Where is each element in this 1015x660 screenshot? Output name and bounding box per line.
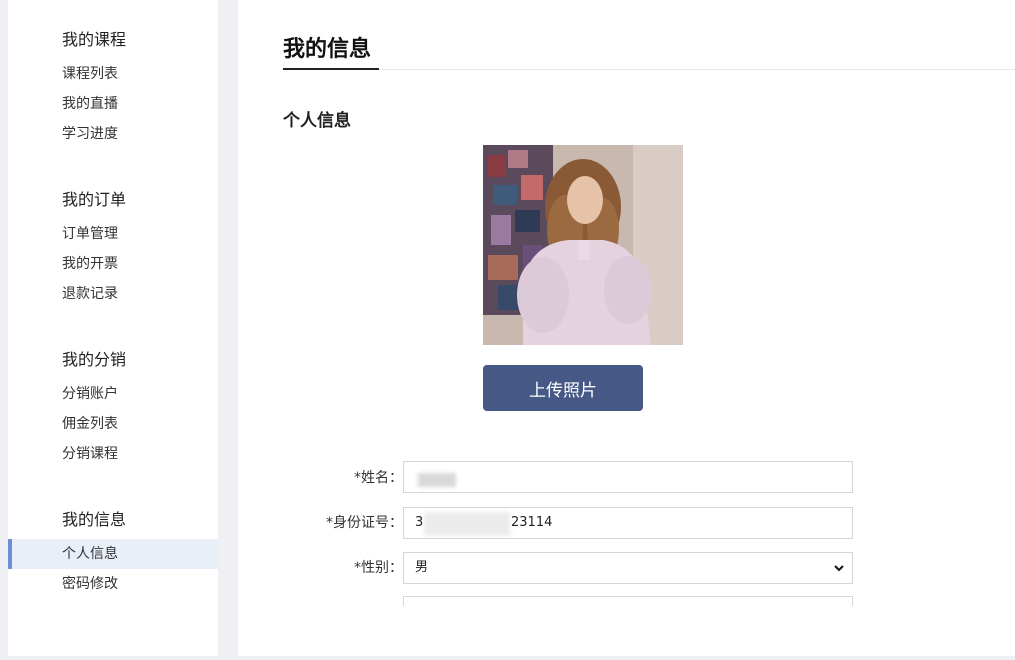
profile-photo — [483, 145, 683, 345]
sidebar-item-change-password[interactable]: 密码修改 — [8, 569, 218, 599]
sidebar-item-my-live[interactable]: 我的直播 — [8, 89, 218, 119]
group-title-courses: 我的课程 — [62, 30, 127, 49]
id-number-label: *身份证号： — [326, 515, 403, 531]
gender-select[interactable]: 男 — [403, 552, 853, 584]
gender-select-value: 男 — [415, 560, 429, 575]
id-number-field[interactable]: 3 23114 — [403, 507, 853, 539]
sidebar-item-order-management[interactable]: 订单管理 — [8, 219, 218, 249]
id-number-prefix: 3 — [415, 515, 424, 530]
upload-photo-button[interactable]: 上传照片 — [483, 365, 643, 411]
gender-label: *性别： — [354, 560, 403, 576]
name-redaction — [418, 473, 456, 487]
group-title-my-info: 我的信息 — [62, 510, 127, 529]
name-label: *姓名： — [354, 470, 403, 486]
name-field[interactable] — [403, 461, 853, 493]
main-content: 我的信息 个人信息 上传照片 *姓名： *身份证号： 3 23114 *性别： … — [238, 0, 1015, 656]
sidebar-item-distribution-account[interactable]: 分销账户 — [8, 379, 218, 409]
chevron-down-icon — [834, 565, 844, 572]
page-title: 我的信息 — [283, 37, 372, 62]
sidebar-item-study-progress[interactable]: 学习进度 — [8, 119, 218, 149]
group-title-distribution: 我的分销 — [62, 350, 127, 369]
id-number-redaction — [424, 512, 510, 536]
sidebar-item-course-list[interactable]: 课程列表 — [8, 59, 218, 89]
next-form-field[interactable] — [403, 596, 853, 606]
sidebar-item-commission-list[interactable]: 佣金列表 — [8, 409, 218, 439]
sidebar-item-distribution-courses[interactable]: 分销课程 — [8, 439, 218, 469]
sidebar-item-refund-records[interactable]: 退款记录 — [8, 279, 218, 309]
sidebar: 我的课程 课程列表 我的直播 学习进度 我的订单 订单管理 我的开票 退款记录 … — [8, 0, 218, 656]
profile-photo-image — [483, 145, 683, 345]
section-title: 个人信息 — [283, 111, 351, 131]
sidebar-item-my-invoice[interactable]: 我的开票 — [8, 249, 218, 279]
sidebar-item-personal-info[interactable]: 个人信息 — [8, 539, 218, 569]
id-number-suffix: 23114 — [511, 515, 553, 530]
group-title-orders: 我的订单 — [62, 190, 127, 209]
title-underline — [283, 68, 379, 70]
title-divider — [283, 69, 1015, 70]
